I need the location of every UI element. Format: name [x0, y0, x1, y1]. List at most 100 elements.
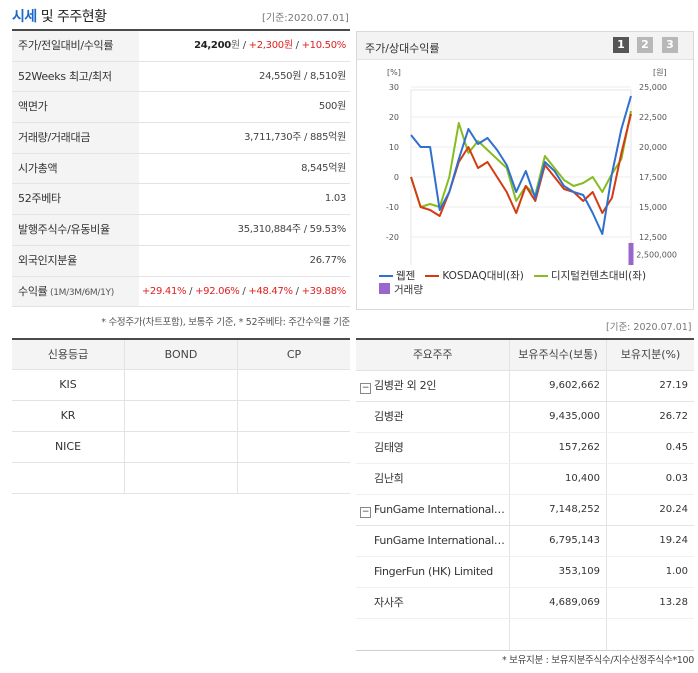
price-row-label: 수익률 (1M/3M/6M/1Y) [12, 276, 139, 307]
shareholder-header-cell: 주요주주 [356, 340, 510, 370]
shareholder-date: [기준: 2020.07.01] [606, 322, 692, 333]
series-line [410, 110, 632, 208]
shareholder-percent: 26.72 [659, 411, 688, 422]
shareholder-percent: 0.03 [665, 473, 688, 484]
legend-item: KOSDAQ대비(좌) [425, 269, 524, 283]
shareholder-percent: 0.45 [665, 442, 688, 453]
price-row-label: 외국인지분율 [12, 245, 139, 276]
shareholder-name: 김병관 [356, 402, 510, 432]
right-axis-unit: [원] [653, 68, 667, 77]
shareholder-empty-row [356, 619, 694, 651]
right-axis-tick: 12,500 [639, 233, 667, 242]
chart-header: 주가/상대수익률 1 2 3 [357, 32, 693, 60]
empty-cell [510, 619, 607, 650]
shareholder-name: FunGame International… [356, 526, 510, 556]
legend-swatch [425, 275, 440, 277]
shareholder-shares: 353,109 [510, 557, 607, 587]
chart-panel: 주가/상대수익률 1 2 3 30 25,000 20 22,500 10 20,000 0… [356, 31, 694, 310]
shareholder-shares: 157,262 [510, 433, 607, 463]
price-row-label: 거래량/거래대금 [12, 123, 139, 153]
left-axis-tick: 30 [389, 83, 399, 92]
shareholder-shares: 9,602,662 [510, 371, 607, 401]
price-row: 발행주식수/유동비율 35,310,884주 / 59.53% [12, 215, 350, 246]
credit-cell [12, 463, 125, 493]
shareholder-note: * 보유지분 : 보유지분주식수/지수산정주식수*100 [501, 655, 694, 666]
credit-cell: KR [12, 401, 125, 431]
shareholder-row: 김병관 9,435,000 26.72 [356, 402, 694, 433]
price-table: 주가/전일대비/수익률 24,200원 / +2,300원 / +10.50% 52… [12, 31, 350, 308]
shareholder-shares: 4,689,069 [510, 588, 607, 618]
credit-row [12, 463, 350, 494]
shareholder-percent: 19.24 [659, 535, 688, 546]
shareholder-row: 자사주 4,689,069 13.28 [356, 588, 694, 619]
price-row: 외국인지분율 26.77% [12, 245, 350, 277]
credit-header-cell: 신용등급 [12, 340, 125, 369]
shareholder-row: 김태영 157,262 0.45 [356, 433, 694, 464]
shareholder-header-cell: 보유주식수(보통) [510, 340, 607, 370]
chart-page-2-button[interactable]: 2 [637, 37, 653, 53]
shareholder-shares: 6,795,143 [510, 526, 607, 556]
shareholder-percent: 1.00 [665, 566, 688, 577]
left-axis-tick: -10 [386, 203, 399, 212]
right-axis-tick: 22,500 [639, 113, 667, 122]
shareholder-header-cell: 보유지분(%) [620, 348, 681, 361]
credit-cell [238, 463, 350, 493]
price-row: 액면가 500원 [12, 92, 350, 124]
shareholder-percent: 20.24 [659, 504, 688, 515]
left-axis-tick: 0 [394, 173, 399, 182]
price-row-value: 500원 [318, 101, 346, 113]
right-axis-tick: 20,000 [639, 143, 667, 152]
price-row-value: 24,550원 / 8,510원 [259, 70, 346, 82]
shareholder-header-row: 주요주주 보유주식수(보통) 보유지분(%) [356, 340, 694, 371]
price-row-label: 시가총액 [12, 153, 139, 184]
chart-page-1-button[interactable]: 1 [613, 37, 629, 53]
shareholder-shares: 9,435,000 [510, 402, 607, 432]
shareholder-name: 김난희 [356, 464, 510, 494]
price-row-value: 3,711,730주 / 885억원 [244, 132, 346, 144]
shareholder-table: 주요주주 보유주식수(보통) 보유지분(%) − 김병관 외 2인 9,602,662 27… [356, 338, 694, 651]
legend-swatch [379, 283, 390, 294]
credit-rating-table: 신용등급 BOND CP KIS KR NICE [12, 338, 350, 494]
chart-page-3-button[interactable]: 3 [662, 37, 678, 53]
credit-cell [238, 401, 350, 431]
price-row: 주가/전일대비/수익률 24,200원 / +2,300원 / +10.50% [12, 31, 350, 62]
shareholder-group-row[interactable]: − FunGame International… 7,148,252 20.24 [356, 495, 694, 526]
shareholder-name: FingerFun (HK) Limited [356, 557, 510, 587]
legend-item: 디지털컨텐츠대비(좌) [533, 269, 647, 283]
credit-cell [238, 370, 350, 400]
price-chart: 30 25,000 20 22,500 10 20,000 0 17,500 -10 15,000… [386, 68, 677, 265]
right-axis-tick: 25,000 [639, 83, 667, 92]
price-row-label: 발행주식수/유동비율 [12, 215, 139, 245]
price-row-value: 24,200원 / +2,300원 / +10.50% [194, 40, 346, 51]
shareholder-shares: 10,400 [510, 464, 607, 494]
empty-cell [356, 619, 510, 650]
shareholder-row: FingerFun (HK) Limited 353,109 1.00 [356, 557, 694, 588]
price-row-value: 1.03 [324, 193, 346, 205]
price-row: 시가총액 8,545억원 [12, 153, 350, 185]
price-row-value: +29.41% / +92.06% / +48.47% / +39.88% [141, 285, 346, 297]
legend-label: 디지털컨텐츠대비(좌) [550, 270, 647, 282]
collapse-toggle-icon[interactable]: − [360, 507, 371, 518]
price-row-label: 액면가 [12, 92, 139, 123]
price-row-value: 35,310,884주 / 59.53% [237, 224, 347, 236]
price-row: 52Weeks 최고/최저 24,550원 / 8,510원 [12, 61, 350, 93]
legend-label: 웹젠 [396, 270, 416, 282]
price-row: 수익률 (1M/3M/6M/1Y) +29.41% / +92.06% / +48… [12, 276, 350, 308]
left-axis-tick: 10 [389, 143, 399, 152]
price-row-value: 8,545억원 [301, 162, 346, 174]
shareholder-name: − FunGame International… [356, 495, 510, 525]
price-row: 거래량/거래대금 3,711,730주 / 885억원 [12, 123, 350, 154]
price-row-value: 26.77% [309, 254, 347, 266]
label-period: (1M/3M/6M/1Y) [47, 287, 114, 298]
chart-legend: 웹젠 KOSDAQ대비(좌) 디지털컨텐츠대비(좌) 거래량 [379, 269, 693, 297]
shareholder-row: FunGame International… 6,795,143 19.24 [356, 526, 694, 557]
right-axis-tick: 17,500 [639, 173, 667, 182]
credit-cell: KIS [12, 370, 125, 400]
collapse-toggle-icon[interactable]: − [360, 383, 371, 394]
left-axis-unit: [%] [387, 68, 401, 77]
left-axis-tick: 20 [389, 113, 399, 122]
shareholder-name: − 김병관 외 2인 [356, 371, 510, 401]
price-row-label: 주가/전일대비/수익률 [12, 31, 139, 61]
credit-cell [125, 432, 238, 462]
shareholder-group-row[interactable]: − 김병관 외 2인 9,602,662 27.19 [356, 371, 694, 402]
